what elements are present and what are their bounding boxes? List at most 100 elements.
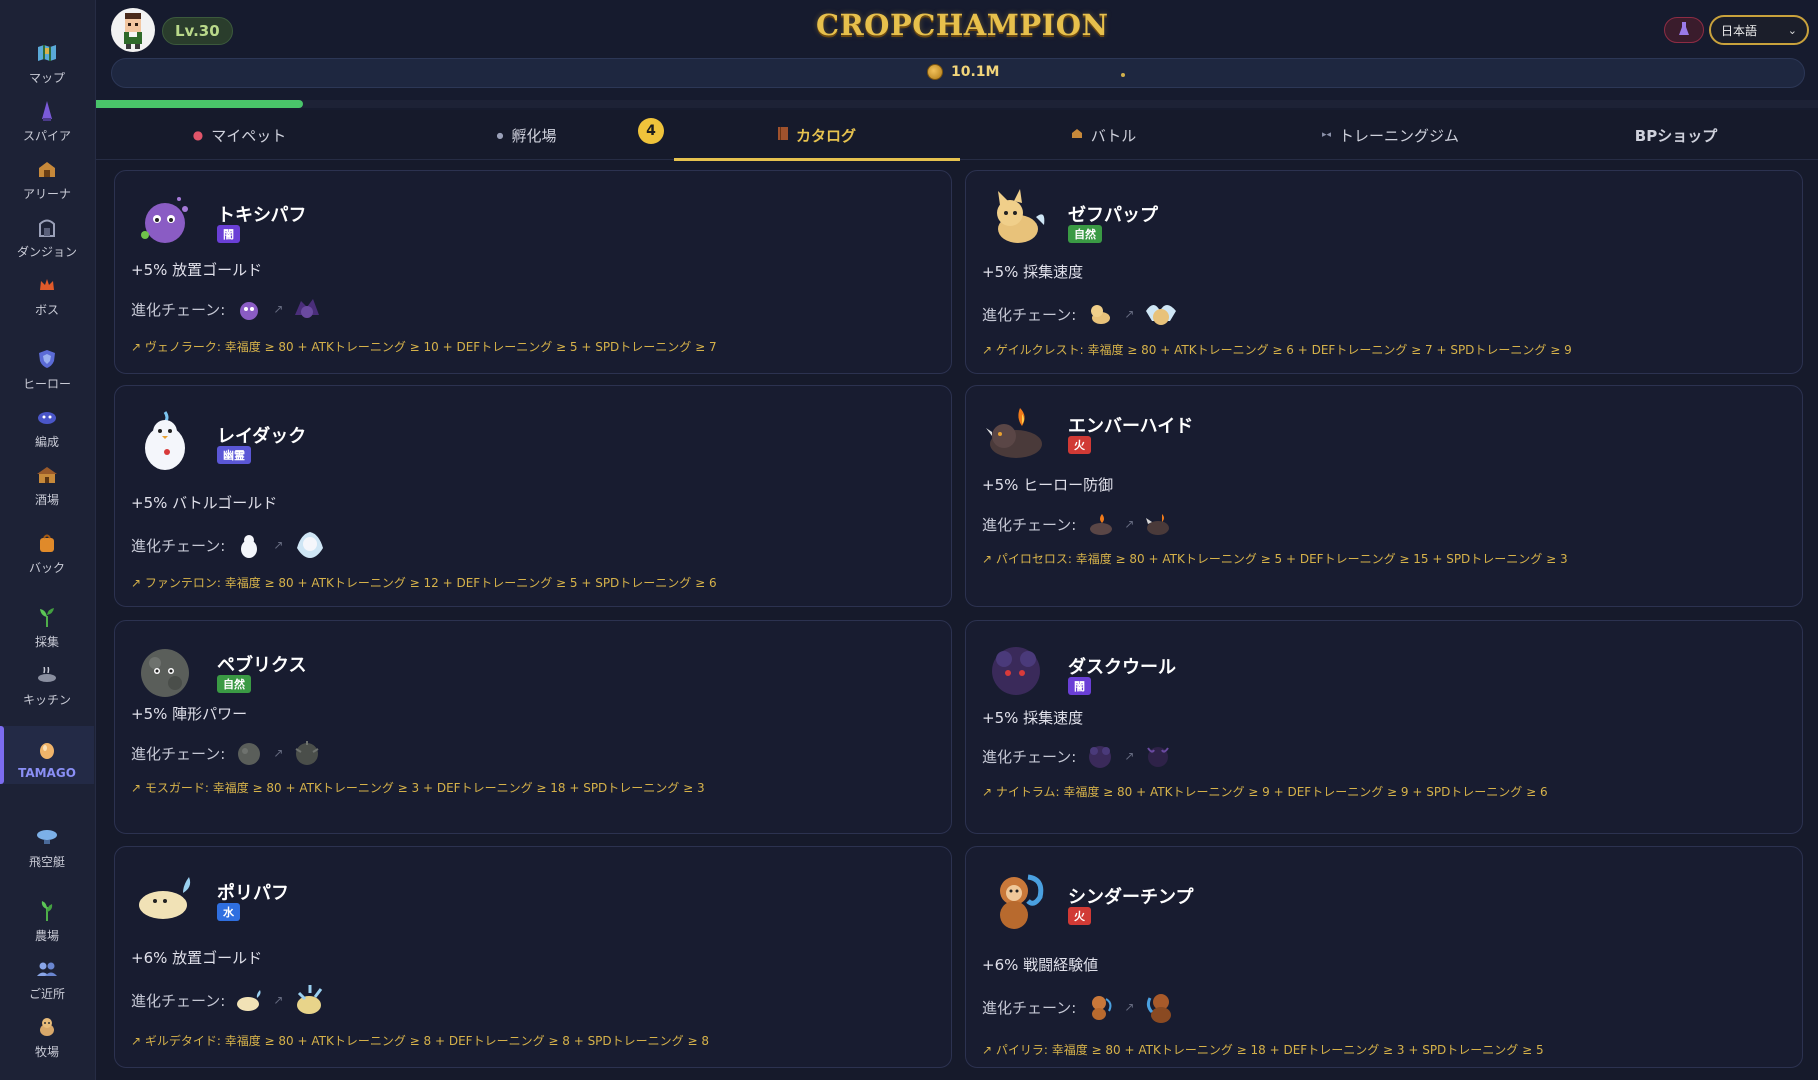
xp-progress-bar [96, 100, 1818, 108]
sidebar-item-label: ダンジョン [16, 245, 77, 259]
sidebar-item-bag[interactable]: バック [0, 520, 94, 576]
evolution-chain: 進化チェーン: ↗ [131, 295, 321, 323]
evolution-stage-2 [1146, 305, 1177, 325]
sidebar-item-label: ヒーロー [22, 377, 71, 391]
evolution-stage-1 [238, 743, 261, 765]
sidebar-item-formation[interactable]: 編成 [0, 394, 94, 450]
arrow-icon: ↗ [1124, 307, 1135, 321]
arrow-icon: ↗ [1124, 1000, 1135, 1014]
ranch-icon [36, 1016, 58, 1038]
tab-hatchery[interactable]: ● 孵化場 [383, 110, 670, 160]
pet-card[interactable]: ペブリクス 自然 +5% 陣形パワー 進化チェーン: ↗ ↗ モスガード: 幸福… [114, 620, 952, 834]
sidebar-item-label: 採集 [34, 635, 59, 649]
alert-button[interactable] [1664, 17, 1704, 43]
sidebar-item-label: 編成 [34, 435, 59, 449]
evolution-stage-2 [297, 532, 324, 558]
hatchery-count-badge: 4 [638, 118, 664, 144]
tab-training-gym[interactable]: ▸◂ トレーニングジム [1247, 110, 1534, 160]
arena-icon [36, 158, 58, 180]
dumbbell-icon: ▸◂ [1321, 130, 1332, 140]
tab-label: マイペット [211, 126, 287, 145]
pet-portrait [141, 649, 189, 697]
pet-portrait [986, 408, 1042, 458]
element-badge: 自然 [217, 675, 251, 693]
sidebar: マップ スパイア アリーナ ダンジョン ボス ヒーロー 編成 酒場 バック 採集… [0, 0, 96, 1080]
status-dot [1121, 73, 1125, 77]
tab-label: カタログ [795, 126, 856, 145]
evolution-chain: 進化チェーン: ↗ [982, 510, 1172, 538]
evolution-stage-1 [1090, 514, 1113, 535]
pet-bonus: +6% 放置ゴールド [131, 949, 263, 967]
sidebar-item-arena[interactable]: アリーナ [0, 146, 94, 202]
evolution-stage-1 [1089, 746, 1112, 768]
pet-bonus: +5% バトルゴールド [131, 494, 278, 512]
evolution-stage-1 [1092, 996, 1112, 1020]
sidebar-item-label: TAMAGO [18, 766, 76, 780]
pet-name: エンバーハイド [1068, 416, 1194, 437]
chevron-down-icon: ⌄ [1787, 24, 1797, 37]
tab-catalog[interactable]: カタログ [674, 110, 960, 161]
pet-card[interactable]: レイダック 幽霊 +5% バトルゴールド 進化チェーン: ↗ ↗ ファンテロン:… [114, 385, 952, 607]
sidebar-item-map[interactable]: マップ [0, 30, 94, 86]
pet-card[interactable]: ゼフパップ 自然 +5% 採集速度 進化チェーン: ↗ ↗ ゲイルクレスト: 幸… [965, 170, 1803, 374]
pet-name: トキシパフ [217, 205, 307, 226]
avatar[interactable] [111, 8, 155, 52]
chain-label: 進化チェーン: [982, 305, 1077, 324]
pet-card[interactable]: トキシパフ 闇 +5% 放置ゴールド 進化チェーン: ↗ ↗ ヴェノラーク: 幸… [114, 170, 952, 374]
arrow-icon: ↗ [273, 993, 284, 1007]
evolution-stage-1 [240, 302, 259, 320]
pet-name: ゼフパップ [1068, 205, 1158, 226]
sidebar-item-spire[interactable]: スパイア [0, 88, 94, 144]
tab-bp-shop[interactable]: BPショップ [1534, 110, 1818, 160]
evolution-stage-1 [241, 535, 258, 558]
sidebar-item-dungeon[interactable]: ダンジョン [0, 204, 94, 260]
sidebar-item-label: 飛空艇 [28, 855, 65, 869]
sidebar-item-gathering[interactable]: 採集 [0, 594, 94, 650]
sidebar-item-farm[interactable]: 農場 [0, 888, 94, 944]
chain-label: 進化チェーン: [131, 300, 226, 319]
sidebar-item-neighbors[interactable]: ご近所 [0, 946, 94, 1002]
pet-bonus: +5% 採集速度 [982, 709, 1084, 727]
sidebar-item-ranch[interactable]: 牧場 [0, 1004, 94, 1060]
sidebar-item-label: 牧場 [34, 1045, 59, 1059]
sidebar-item-label: アリーナ [22, 187, 71, 201]
sidebar-item-tavern[interactable]: 酒場 [0, 452, 94, 508]
arena-small-icon [1071, 128, 1083, 142]
evolution-stage-2 [1147, 994, 1172, 1023]
tab-my-pets[interactable]: ● マイペット [96, 110, 383, 160]
tab-battle[interactable]: バトル [960, 110, 1247, 160]
element-badge: 自然 [1068, 225, 1102, 243]
hero-icon [36, 348, 58, 370]
evolution-requirement: ↗ ナイトラム: 幸福度 ≥ 80 + ATKトレーニング ≥ 9 + DEFト… [982, 785, 1548, 799]
kitchen-icon [36, 664, 58, 686]
evolution-chain: 進化チェーン: ↗ [982, 742, 1172, 770]
sidebar-item-kitchen[interactable]: キッチン [0, 652, 94, 708]
arrow-icon: ↗ [1124, 517, 1135, 531]
sidebar-item-airship[interactable]: 飛空艇 [0, 814, 94, 870]
pet-portrait [145, 411, 185, 470]
evolution-chain: 進化チェーン: ↗ [131, 528, 327, 562]
pet-card[interactable]: ダスクウール 闇 +5% 採集速度 進化チェーン: ↗ ↗ ナイトラム: 幸福度… [965, 620, 1803, 834]
app: マップ スパイア アリーナ ダンジョン ボス ヒーロー 編成 酒場 バック 採集… [0, 0, 1818, 1080]
tavern-icon [36, 464, 58, 486]
evolution-requirement: ↗ ファンテロン: 幸福度 ≥ 80 + ATKトレーニング ≥ 12 + DE… [131, 576, 717, 590]
pet-card[interactable]: シンダーチンプ 火 +6% 戦闘経験値 進化チェーン: ↗ ↗ パイリラ: 幸福… [965, 846, 1803, 1068]
pet-portrait [139, 877, 191, 919]
dungeon-icon [36, 216, 58, 238]
language-select[interactable]: 日本語 ⌄ [1709, 15, 1809, 45]
evolution-requirement: ↗ パイロセロス: 幸福度 ≥ 80 + ATKトレーニング ≥ 5 + DEF… [982, 552, 1568, 566]
pet-card[interactable]: ポリパフ 水 +6% 放置ゴールド 進化チェーン: ↗ ↗ ギルデタイド: 幸福… [114, 846, 952, 1068]
flask-icon [1679, 21, 1689, 40]
pet-bonus: +5% ヒーロー防御 [982, 476, 1114, 494]
chain-label: 進化チェーン: [131, 536, 226, 555]
tab-bar: ● マイペット ● 孵化場 4 カタログ バトル ▸◂ トレーニングジム BPシ… [96, 110, 1818, 161]
pet-bonus: +6% 戦闘経験値 [982, 956, 1099, 974]
boss-icon [36, 274, 58, 296]
sidebar-item-boss[interactable]: ボス [0, 262, 94, 318]
pet-card[interactable]: エンバーハイド 火 +5% ヒーロー防御 進化チェーン: ↗ ↗ パイロセロス:… [965, 385, 1803, 607]
evolution-stage-2 [297, 985, 323, 1014]
sidebar-item-hero[interactable]: ヒーロー [0, 336, 94, 392]
pet-bonus: +5% 放置ゴールド [131, 261, 263, 279]
sidebar-item-tamago[interactable]: TAMAGO [0, 726, 94, 784]
sidebar-item-label: 酒場 [34, 493, 59, 507]
